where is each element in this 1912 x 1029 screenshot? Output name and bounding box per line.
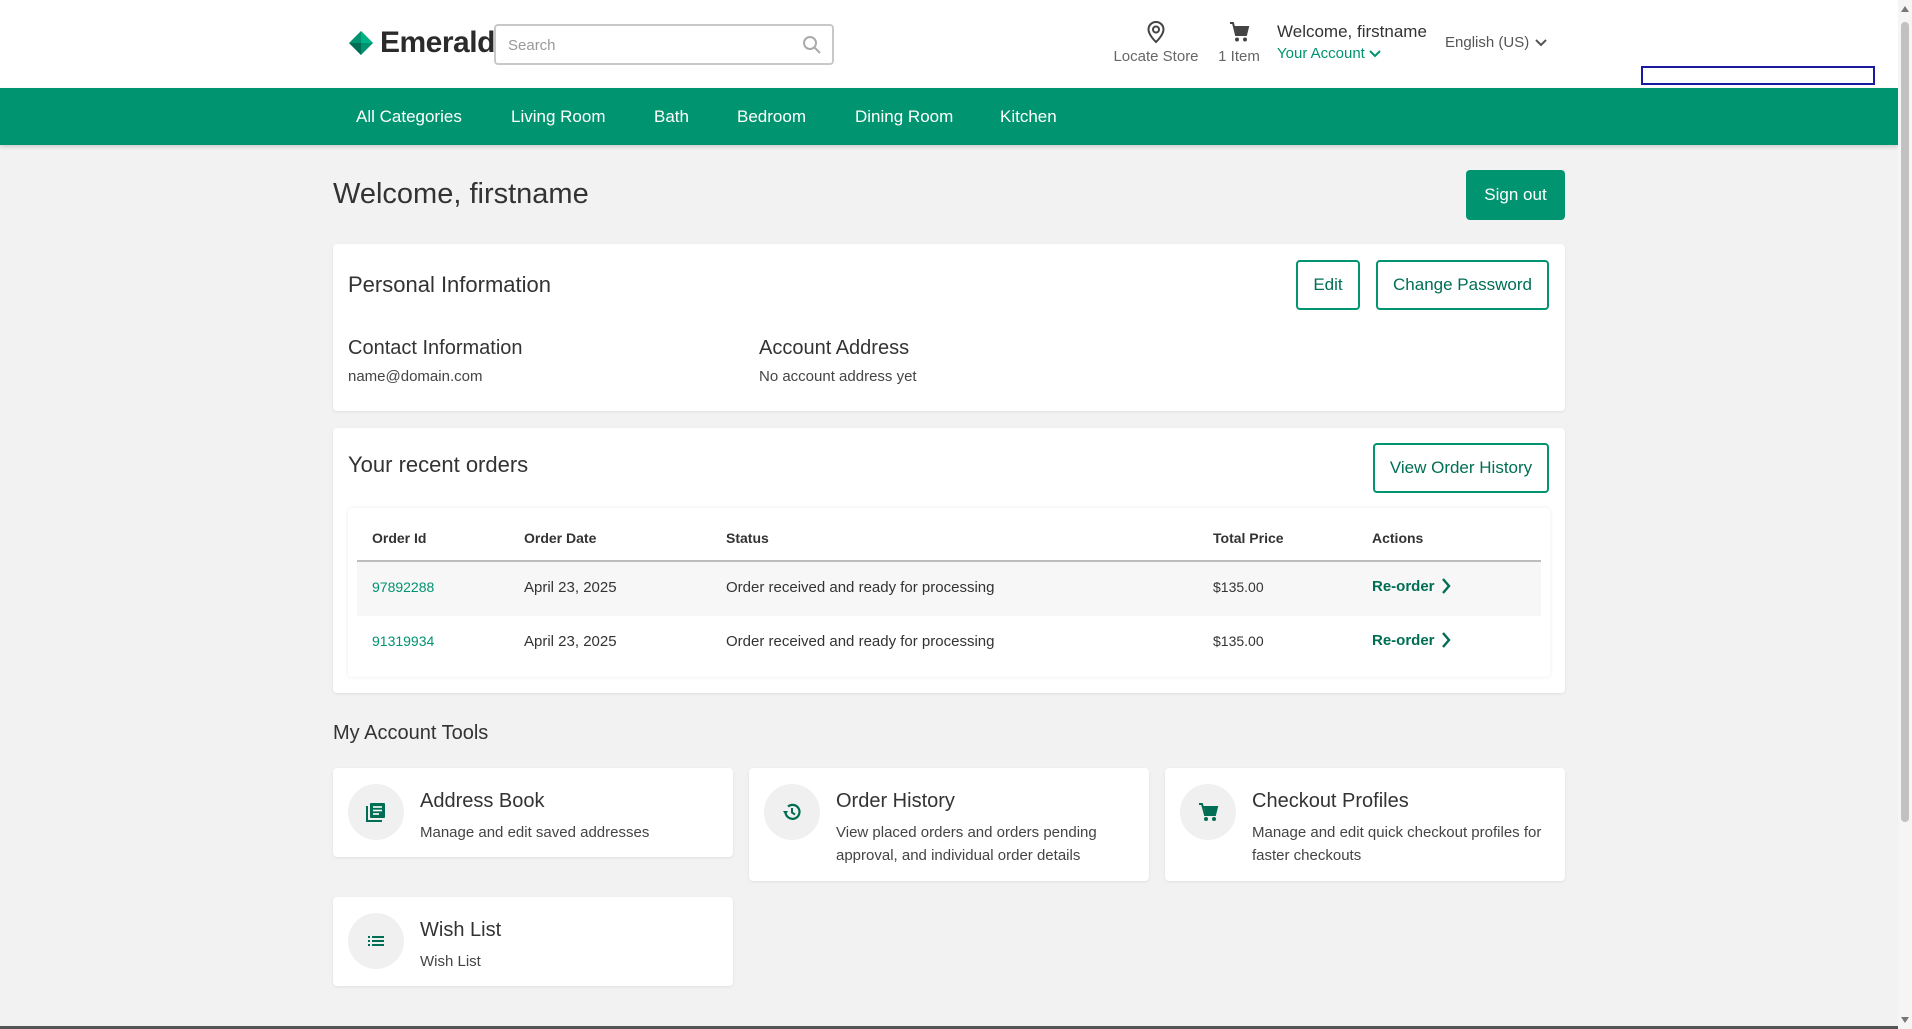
cart-count-label: 1 Item [1218,48,1260,65]
tool-card-checkout-profiles[interactable]: Checkout Profiles Manage and edit quick … [1165,768,1565,881]
account-tools-title: My Account Tools [333,722,489,744]
account-address-title: Account Address [759,337,910,359]
scroll-down-arrow-icon[interactable] [1901,1017,1909,1023]
contact-email: name@domain.com [348,368,483,385]
search-input[interactable] [508,35,798,55]
order-status: Order received and ready for processing [726,633,995,650]
account-menu: Welcome, firstname Your Account [1277,22,1427,62]
welcome-greeting: Welcome, firstname [1277,22,1427,41]
scrollbar-thumb[interactable] [1901,22,1909,822]
language-label: English (US) [1445,34,1530,51]
tool-description: View placed orders and orders pending ap… [836,824,1097,864]
page-scrollbar[interactable] [1898,0,1912,1029]
nav-item-dining-room[interactable]: Dining Room [855,107,953,127]
tool-icon-container [348,784,404,840]
order-total: $135.00 [1213,633,1264,649]
personal-information-card: Personal Information Edit Change Passwor… [333,244,1565,411]
edit-button[interactable]: Edit [1296,260,1360,310]
tool-description: Manage and edit saved addresses [420,824,650,841]
column-header-status: Status [726,530,769,546]
chevron-down-icon [1369,49,1381,57]
language-selector[interactable]: English (US) [1445,34,1547,51]
search-icon[interactable] [802,35,822,55]
history-icon [783,803,801,820]
your-account-dropdown[interactable]: Your Account [1277,45,1427,62]
chevron-right-icon [1441,578,1451,594]
order-id-link[interactable]: 91319934 [372,633,434,649]
sign-out-button[interactable]: Sign out [1466,170,1565,220]
locate-store-label: Locate Store [1113,48,1199,65]
view-order-history-button[interactable]: View Order History [1373,443,1549,493]
nav-item-bedroom[interactable]: Bedroom [737,107,806,127]
tool-card-address-book[interactable]: Address Book Manage and edit saved addre… [333,768,733,857]
tool-icon-container [764,784,820,840]
nav-item-living-room[interactable]: Living Room [511,107,606,127]
tool-card-order-history[interactable]: Order History View placed orders and ord… [749,768,1149,881]
chevron-right-icon [1441,632,1451,648]
cart-link[interactable]: 1 Item [1212,20,1266,65]
table-row: 91319934 April 23, 2025 Order received a… [357,616,1541,670]
tool-title: Checkout Profiles [1252,790,1409,812]
nav-item-kitchen[interactable]: Kitchen [1000,107,1057,127]
list-icon [368,936,384,946]
tool-icon-container [348,913,404,969]
tool-title: Wish List [420,919,502,941]
column-header-total-price: Total Price [1213,530,1284,546]
column-header-order-id: Order Id [372,530,427,546]
order-date: April 23, 2025 [524,633,617,650]
reorder-label: Re-order [1372,577,1435,595]
tool-card-wish-list[interactable]: Wish List Wish List [333,897,733,986]
reorder-label: Re-order [1372,631,1435,649]
locate-store-link[interactable]: Locate Store [1108,20,1204,65]
nav-item-all-categories[interactable]: All Categories [356,107,462,127]
tool-title: Address Book [420,790,545,812]
column-header-actions: Actions [1372,530,1424,546]
change-password-button[interactable]: Change Password [1376,260,1549,310]
tool-title: Order History [836,790,955,812]
nav-item-bath[interactable]: Bath [654,107,689,127]
cart-icon [1199,803,1219,821]
contact-information-title: Contact Information [348,337,523,359]
reorder-button[interactable]: Re-order [1372,631,1451,649]
brand-name: Emerald [380,26,495,59]
orders-table: Order Id Order Date Status Total Price A… [348,508,1550,677]
site-header: Emerald Locate Store 1 Item Welcome, fir… [0,0,1898,88]
your-account-label: Your Account [1277,45,1365,62]
location-pin-icon [1147,20,1165,44]
brand-logo[interactable]: Emerald [348,26,495,60]
emerald-logo-icon [349,31,373,55]
chevron-down-icon [1535,38,1547,46]
column-header-order-date: Order Date [524,530,597,546]
order-total: $135.00 [1213,579,1264,595]
tool-description: Manage and edit quick checkout profiles … [1252,824,1542,864]
category-nav: All Categories Living Room Bath Bedroom … [0,88,1898,145]
tool-description: Wish List [420,953,481,970]
order-status: Order received and ready for processing [726,579,995,596]
order-id-link[interactable]: 97892288 [372,579,434,595]
table-row: 97892288 April 23, 2025 Order received a… [357,562,1541,616]
order-date: April 23, 2025 [524,579,617,596]
personal-information-title: Personal Information [348,272,551,297]
search-box [494,24,834,65]
reorder-button[interactable]: Re-order [1372,577,1451,595]
page-title: Welcome, firstname [333,178,589,210]
tool-icon-container [1180,784,1236,840]
recent-orders-title: Your recent orders [348,452,529,477]
scroll-up-arrow-icon[interactable] [1901,6,1909,12]
address-book-icon [366,803,385,822]
account-address-value: No account address yet [759,368,917,385]
cart-icon [1230,22,1250,42]
focus-outline-box[interactable] [1641,66,1875,85]
